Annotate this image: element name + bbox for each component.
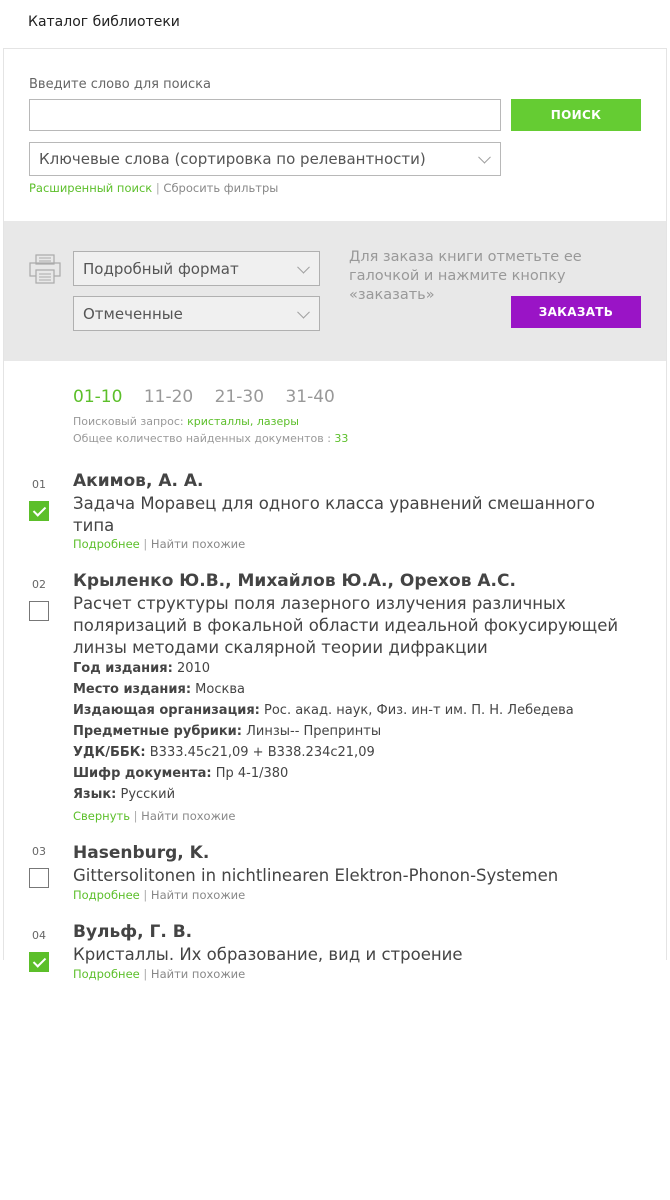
field-value: Москва bbox=[195, 682, 245, 697]
more-link[interactable]: Подробнее bbox=[73, 537, 140, 551]
record-title: Gittersolitonen in nichtlinearen Elektro… bbox=[73, 866, 559, 885]
record-number: 01 bbox=[32, 478, 46, 491]
page-link-31-40[interactable]: 31-40 bbox=[285, 387, 334, 407]
page-link-11-20[interactable]: 11-20 bbox=[144, 387, 193, 407]
sort-select-value: Ключевые слова (сортировка по релевантно… bbox=[39, 150, 426, 168]
field-label: Шифр документа: bbox=[73, 766, 212, 781]
search-button[interactable]: ПОИСК bbox=[511, 99, 641, 131]
selection-select-value: Отмеченные bbox=[83, 304, 183, 323]
chevron-down-icon bbox=[297, 260, 310, 274]
field-value: Линзы-- Препринты bbox=[246, 724, 382, 739]
find-similar-link[interactable]: Найти похожие bbox=[141, 809, 235, 823]
total-line: Общее количество найденных документов : … bbox=[73, 432, 348, 445]
separator: | bbox=[143, 537, 148, 551]
separator: | bbox=[155, 181, 160, 195]
page-link-01-10[interactable]: 01-10 bbox=[73, 387, 122, 407]
record-field-language: Язык: Русский bbox=[73, 787, 175, 802]
record-field-publisher: Издающая организация: Рос. акад. наук, Ф… bbox=[73, 703, 574, 718]
search-label: Введите слово для поиска bbox=[29, 77, 211, 92]
field-value: Русский bbox=[120, 787, 176, 802]
record-number: 03 bbox=[32, 845, 46, 858]
field-label: Предметные рубрики: bbox=[73, 724, 242, 739]
separator: | bbox=[143, 888, 148, 902]
format-select-value: Подробный формат bbox=[83, 259, 239, 278]
find-similar-link[interactable]: Найти похожие bbox=[151, 967, 245, 981]
record-title: Кристаллы. Их образование, вид и строени… bbox=[73, 945, 463, 964]
record-number: 02 bbox=[32, 578, 46, 591]
advanced-search-link[interactable]: Расширенный поиск bbox=[29, 181, 152, 195]
record-links: Подробнее | Найти похожие bbox=[73, 888, 245, 902]
format-select[interactable]: Подробный формат bbox=[73, 251, 320, 286]
record-author: Вульф, Г. В. bbox=[73, 922, 193, 942]
page-title: Каталог библиотеки bbox=[28, 14, 180, 30]
record-checkbox[interactable] bbox=[29, 868, 49, 888]
record-checkbox[interactable] bbox=[29, 601, 49, 621]
record-field-place: Место издания: Москва bbox=[73, 682, 245, 697]
separator: | bbox=[143, 967, 148, 981]
chevron-down-icon bbox=[297, 305, 310, 319]
record-author: Акимов, А. А. bbox=[73, 471, 204, 491]
record-author: Крыленко Ю.В., Михайлов Ю.А., Орехов А.С… bbox=[73, 571, 516, 591]
field-label: Издающая организация: bbox=[73, 703, 260, 718]
reset-filters-link[interactable]: Сбросить фильтры bbox=[163, 181, 278, 195]
query-value: кристаллы, лазеры bbox=[187, 415, 299, 428]
find-similar-link[interactable]: Найти похожие bbox=[151, 888, 245, 902]
record-title: Расчет структуры поля лазерного излучени… bbox=[73, 594, 619, 657]
page-link-21-30[interactable]: 21-30 bbox=[215, 387, 264, 407]
record-field-year: Год издания: 2010 bbox=[73, 661, 210, 676]
total-value: 33 bbox=[334, 432, 349, 445]
field-value: Рос. акад. наук, Физ. ин-т им. П. Н. Леб… bbox=[264, 703, 574, 718]
field-value: В333.45с21,09 + В338.234с21,09 bbox=[149, 745, 375, 760]
record-author: Hasenburg, K. bbox=[73, 843, 210, 863]
field-label: Год издания: bbox=[73, 661, 173, 676]
record-checkbox[interactable] bbox=[29, 952, 49, 972]
query-label: Поисковый запрос: bbox=[73, 415, 184, 428]
record-checkbox[interactable] bbox=[29, 501, 49, 521]
field-label: Место издания: bbox=[73, 682, 192, 697]
search-input[interactable] bbox=[29, 99, 501, 131]
collapse-link[interactable]: Свернуть bbox=[73, 809, 130, 823]
pagination: 01-10 11-20 21-30 31-40 bbox=[73, 387, 351, 407]
field-value: 2010 bbox=[176, 661, 211, 676]
record-title: Задача Моравец для одного класса уравнен… bbox=[73, 494, 596, 535]
printer-icon[interactable] bbox=[28, 252, 62, 286]
record-field-udc: УДК/ББК: В333.45с21,09 + В338.234с21,09 bbox=[73, 745, 375, 760]
record-links: Подробнее | Найти похожие bbox=[73, 967, 245, 981]
record-links: Подробнее | Найти похожие bbox=[73, 537, 245, 551]
record-field-subjects: Предметные рубрики: Линзы-- Препринты bbox=[73, 724, 381, 739]
record-links: Свернуть | Найти похожие bbox=[73, 809, 235, 823]
query-line: Поисковый запрос: кристаллы, лазеры bbox=[73, 415, 299, 428]
total-label: Общее количество найденных документов : bbox=[73, 432, 331, 445]
field-value: Пр 4-1/380 bbox=[215, 766, 289, 781]
field-label: Язык: bbox=[73, 787, 117, 802]
chevron-down-icon bbox=[478, 150, 491, 164]
find-similar-link[interactable]: Найти похожие bbox=[151, 537, 245, 551]
more-link[interactable]: Подробнее bbox=[73, 888, 140, 902]
record-field-shelfmark: Шифр документа: Пр 4-1/380 bbox=[73, 766, 288, 781]
search-links: Расширенный поиск | Сбросить фильтры bbox=[29, 181, 278, 195]
more-link[interactable]: Подробнее bbox=[73, 967, 140, 981]
sort-select[interactable]: Ключевые слова (сортировка по релевантно… bbox=[29, 142, 501, 176]
selection-select[interactable]: Отмеченные bbox=[73, 296, 320, 331]
field-label: УДК/ББК: bbox=[73, 745, 146, 760]
separator: | bbox=[133, 809, 138, 823]
record-number: 04 bbox=[32, 929, 46, 942]
order-button[interactable]: ЗАКАЗАТЬ bbox=[511, 296, 641, 328]
